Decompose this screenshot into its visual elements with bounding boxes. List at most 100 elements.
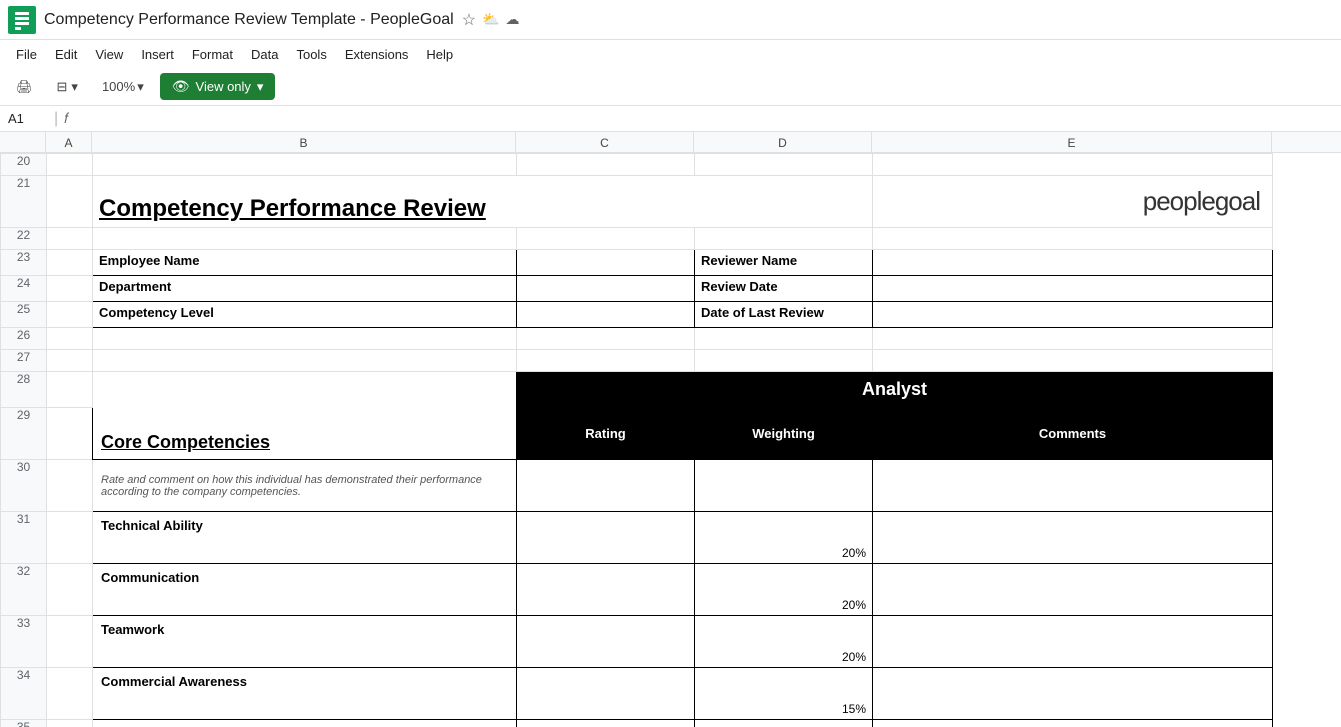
cell-d27[interactable] xyxy=(695,350,873,372)
competency-3-weighting: 15% xyxy=(842,702,866,716)
row-num-20: 20 xyxy=(1,154,47,176)
cell-a20[interactable] xyxy=(47,154,93,176)
cell-c23-emp-value[interactable] xyxy=(517,250,695,276)
cell-b20[interactable] xyxy=(93,154,517,176)
cell-d35-weighting: 10% xyxy=(695,720,873,727)
menu-file[interactable]: File xyxy=(8,45,45,64)
cell-a22[interactable] xyxy=(47,228,93,250)
function-icon: 𝑓 xyxy=(64,110,68,127)
cell-b27[interactable] xyxy=(93,350,517,372)
table-row: 26 xyxy=(1,328,1273,350)
cell-a34[interactable] xyxy=(47,668,93,720)
col-header-c: C xyxy=(516,132,694,153)
table-row: 32 Communication 20% xyxy=(1,564,1273,616)
cell-c25-complevel-value[interactable] xyxy=(517,302,695,328)
cell-b26[interactable] xyxy=(93,328,517,350)
cell-a35[interactable] xyxy=(47,720,93,727)
menu-edit[interactable]: Edit xyxy=(47,45,85,64)
formula-input[interactable] xyxy=(75,111,1333,126)
row-num-35: 35 xyxy=(1,720,47,727)
cell-c26[interactable] xyxy=(517,328,695,350)
cell-a24[interactable] xyxy=(47,276,93,302)
zoom-button[interactable]: 100% ▾ xyxy=(94,75,152,99)
cell-c30[interactable] xyxy=(517,460,695,512)
cell-e21-logo: peoplegoal xyxy=(873,176,1273,228)
cell-e22[interactable] xyxy=(873,228,1273,250)
menu-help[interactable]: Help xyxy=(418,45,461,64)
competency-3-name: Commercial Awareness xyxy=(101,674,247,689)
cell-d26[interactable] xyxy=(695,328,873,350)
sheets-app-icon xyxy=(8,6,36,34)
cell-c28-analyst: Analyst xyxy=(517,372,1273,408)
cell-a25[interactable] xyxy=(47,302,93,328)
cell-a26[interactable] xyxy=(47,328,93,350)
cell-a33[interactable] xyxy=(47,616,93,668)
cell-e35-comments[interactable] xyxy=(873,720,1273,727)
menu-format[interactable]: Format xyxy=(184,45,241,64)
menu-insert[interactable]: Insert xyxy=(133,45,182,64)
cell-b35-pres: Presentation Skills xyxy=(93,720,517,727)
cell-e32-comments[interactable] xyxy=(873,564,1273,616)
cell-e33-comments[interactable] xyxy=(873,616,1273,668)
cell-c27[interactable] xyxy=(517,350,695,372)
cell-b24-dept-label: Department xyxy=(93,276,517,302)
cell-c34-rating[interactable] xyxy=(517,668,695,720)
menu-data[interactable]: Data xyxy=(243,45,286,64)
row-num-24: 24 xyxy=(1,276,47,302)
cell-a30[interactable] xyxy=(47,460,93,512)
menu-extensions[interactable]: Extensions xyxy=(337,45,417,64)
cell-d29-weighting: Weighting xyxy=(695,408,873,460)
col-header-e: E xyxy=(872,132,1272,153)
menu-tools[interactable]: Tools xyxy=(288,45,334,64)
cell-c33-rating[interactable] xyxy=(517,616,695,668)
cell-e27[interactable] xyxy=(873,350,1273,372)
cell-e20[interactable] xyxy=(873,154,1273,176)
cell-e24-revdate-value[interactable] xyxy=(873,276,1273,302)
row-num-33: 33 xyxy=(1,616,47,668)
cell-a29[interactable] xyxy=(47,408,93,460)
row-num-29: 29 xyxy=(1,408,47,460)
view-only-label: View only xyxy=(196,79,251,94)
competency-0-weighting: 20% xyxy=(842,546,866,560)
menu-view[interactable]: View xyxy=(87,45,131,64)
cell-e34-comments[interactable] xyxy=(873,668,1273,720)
cell-c22[interactable] xyxy=(517,228,695,250)
cell-c35-rating[interactable] xyxy=(517,720,695,727)
print-button[interactable]: 🖨 xyxy=(8,75,41,99)
cell-a27[interactable] xyxy=(47,350,93,372)
cell-e23-rev-value[interactable] xyxy=(873,250,1273,276)
cell-e25-lastreview-value[interactable] xyxy=(873,302,1273,328)
cell-d30[interactable] xyxy=(695,460,873,512)
cell-reference[interactable]: A1 xyxy=(8,111,48,126)
cell-a32[interactable] xyxy=(47,564,93,616)
star-icon[interactable]: ☆ xyxy=(462,10,476,30)
filter-button[interactable]: ⊟ ▾ xyxy=(49,75,86,99)
review-title: Competency Performance Review xyxy=(99,195,486,222)
corner-cell xyxy=(0,132,46,152)
cell-d20[interactable] xyxy=(695,154,873,176)
cell-b21-title[interactable]: Competency Performance Review xyxy=(93,176,873,228)
cell-d34-weighting: 15% xyxy=(695,668,873,720)
document-title[interactable]: Competency Performance Review Template -… xyxy=(44,11,454,29)
cell-c32-rating[interactable] xyxy=(517,564,695,616)
cell-c24-dept-value[interactable] xyxy=(517,276,695,302)
cell-e26[interactable] xyxy=(873,328,1273,350)
cell-d23-rev-label: Reviewer Name xyxy=(695,250,873,276)
cell-e30[interactable] xyxy=(873,460,1273,512)
cell-d22[interactable] xyxy=(695,228,873,250)
table-row: 22 xyxy=(1,228,1273,250)
cell-e31-comments[interactable] xyxy=(873,512,1273,564)
cell-b22[interactable] xyxy=(93,228,517,250)
cloud-sync-icon: ⛅ xyxy=(482,11,499,28)
cell-a31[interactable] xyxy=(47,512,93,564)
view-only-button[interactable]: 👁 View only ▾ xyxy=(160,73,276,100)
col-header-d: D xyxy=(694,132,872,153)
view-only-arrow: ▾ xyxy=(257,79,264,95)
cell-a21[interactable] xyxy=(47,176,93,228)
cell-c31-rating[interactable] xyxy=(517,512,695,564)
section-title: Core Competencies xyxy=(101,432,270,452)
cell-c20[interactable] xyxy=(517,154,695,176)
cell-a28[interactable] xyxy=(47,372,93,408)
col-header-a: A xyxy=(46,132,92,153)
cell-a23[interactable] xyxy=(47,250,93,276)
